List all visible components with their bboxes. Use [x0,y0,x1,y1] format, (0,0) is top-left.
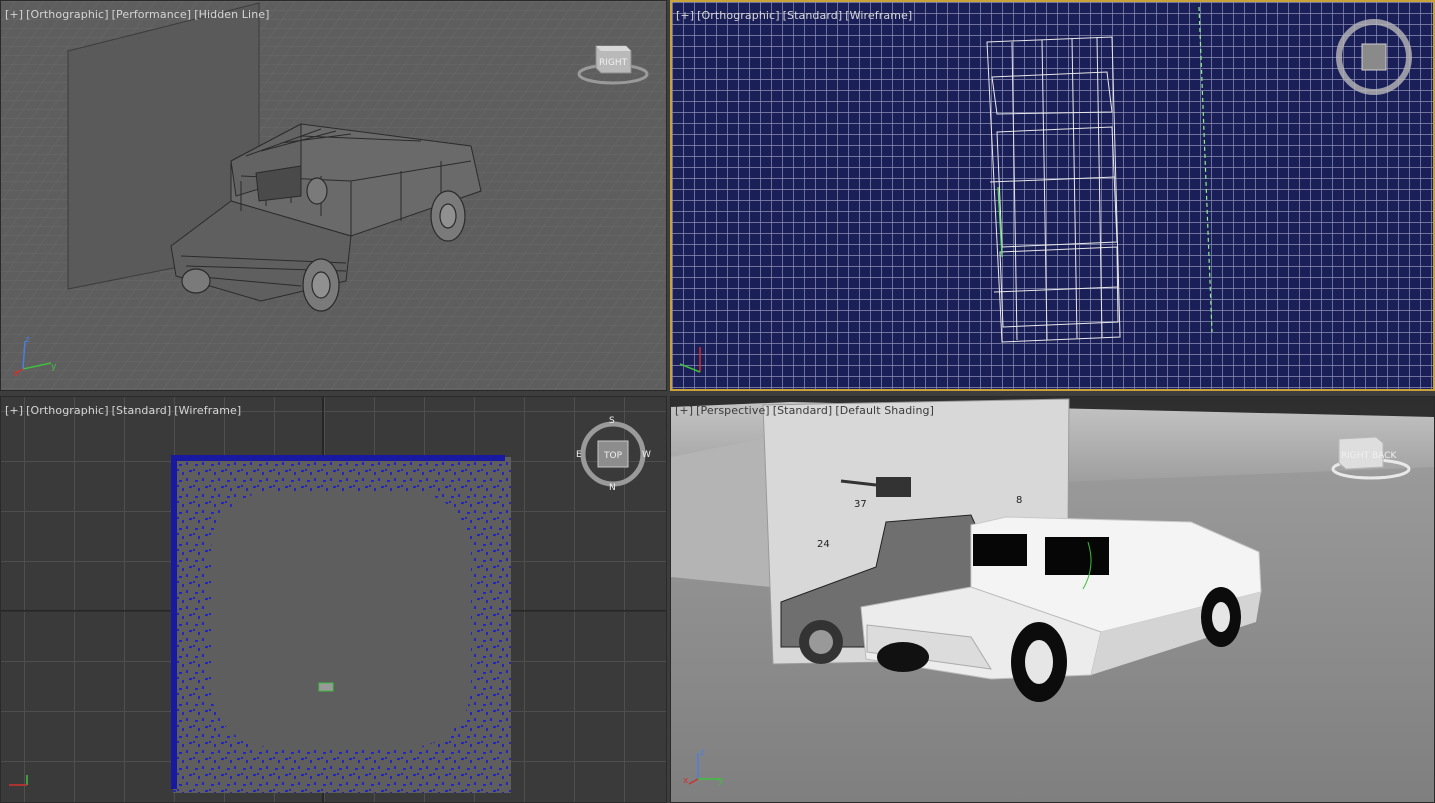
wireframe-scene [672,2,1433,389]
viewport-label-bottom-right: [+] [Perspective] [Standard] [Default Shadi… [675,404,937,417]
svg-text:x: x [13,369,19,379]
viewport-bottom-left[interactable]: [+] [Orthographic] [Standard] [Wireframe] [0,396,667,803]
svg-text:y: y [51,362,57,372]
svg-text:E: E [576,450,582,460]
svg-text:z: z [700,748,705,758]
hidden-line-scene: RIGHT z y x [1,1,666,390]
viewport-view-menu[interactable]: [Orthographic] [26,8,108,21]
svg-text:z: z [25,335,30,345]
viewport-mode-menu[interactable]: [Standard] [773,404,833,417]
viewport-mode-menu[interactable]: [Performance] [112,8,192,21]
viewcube-face-label: RIGHT [599,58,628,68]
viewport-top-left[interactable]: [+] [Orthographic] [Performance] [Hidden Li… [0,0,667,391]
viewport-view-menu[interactable]: [Orthographic] [697,9,779,22]
svg-text:x: x [683,776,689,786]
vehicle-top-marker[interactable] [318,682,334,692]
viewport-view-menu[interactable]: [Perspective] [696,404,770,417]
svg-text:y: y [718,776,724,786]
viewcube-face-label: TOP [603,451,623,461]
svg-text:37: 37 [854,499,867,510]
svg-text:W: W [642,450,651,460]
terrain-plane[interactable] [171,455,511,793]
viewport-menu-plus[interactable]: [+] [676,9,694,22]
viewport-mode-menu[interactable]: [Standard] [783,9,843,22]
viewport-menu-plus[interactable]: [+] [5,404,23,417]
viewport-top-right-active[interactable]: [+] [Orthographic] [Standard] [Wireframe] [670,0,1435,391]
svg-text:S: S [609,416,615,426]
windshield-left [973,534,1027,566]
viewcube-face-right: RIGHT [1341,451,1370,461]
viewport-menu-plus[interactable]: [+] [675,404,693,417]
viewport-shading-menu[interactable]: [Default Shading] [835,404,934,417]
svg-text:24: 24 [817,539,830,550]
perspective-scene: 37 24 8 RIGHT BACK z y x [671,397,1434,802]
viewport-view-menu[interactable]: [Orthographic] [26,404,108,417]
viewport-mode-menu[interactable]: [Standard] [112,404,172,417]
viewport-label-top-right: [+] [Orthographic] [Standard] [Wireframe] [676,9,915,22]
viewport-bottom-right[interactable]: [+] [Perspective] [Standard] [Default Shadi… [670,396,1435,803]
viewport-shading-menu[interactable]: [Wireframe] [845,9,912,22]
viewport-menu-plus[interactable]: [+] [5,8,23,21]
top-view-scene: TOP S E W N [1,397,666,802]
viewport-label-top-left: [+] [Orthographic] [Performance] [Hidden Li… [5,8,273,21]
windshield-right [1045,537,1109,575]
viewcube-face-back: BACK [1372,451,1397,461]
svg-text:8: 8 [1016,495,1022,506]
svg-text:N: N [609,483,616,493]
viewport-label-bottom-left: [+] [Orthographic] [Standard] [Wireframe] [5,404,244,417]
viewport-shading-menu[interactable]: [Hidden Line] [194,8,269,21]
viewport-shading-menu[interactable]: [Wireframe] [174,404,241,417]
